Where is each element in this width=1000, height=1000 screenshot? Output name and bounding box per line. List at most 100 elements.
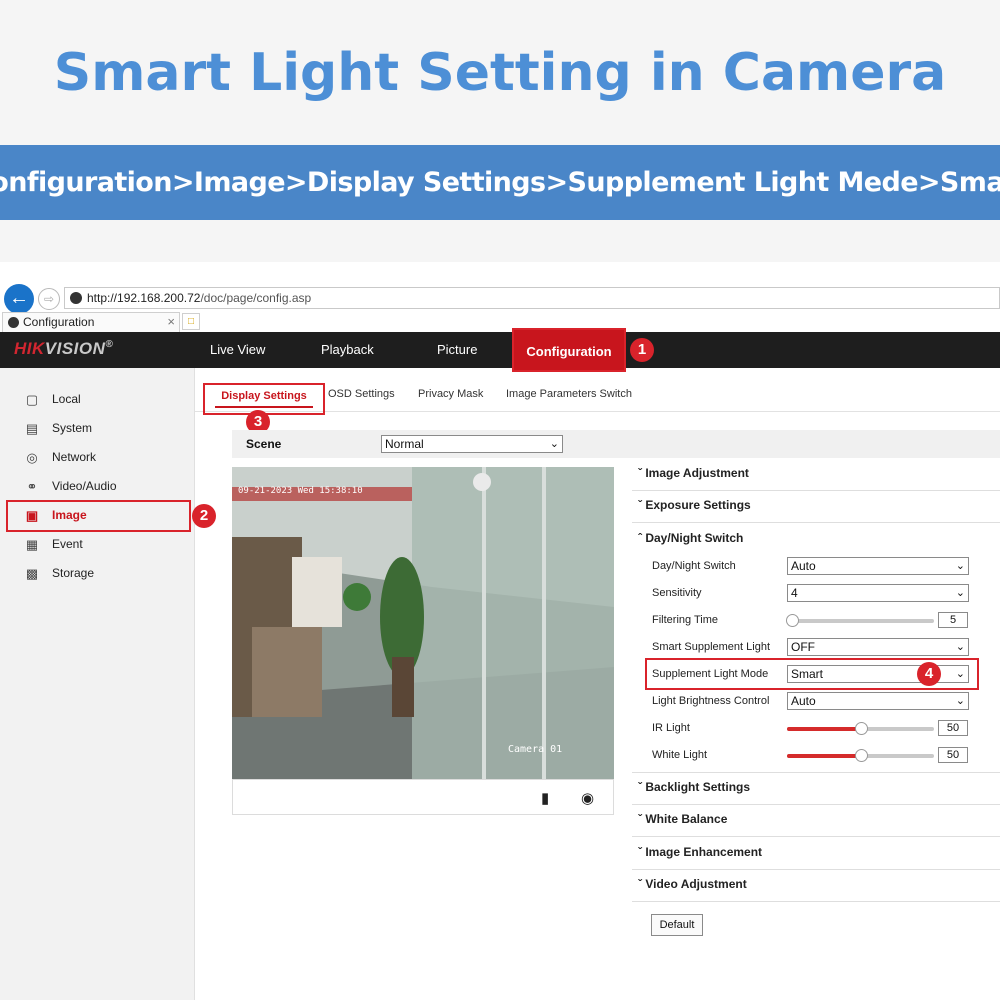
step-badge-4: 4 <box>917 662 941 686</box>
calendar-icon: ▦ <box>25 536 39 552</box>
logo-reg: ® <box>105 339 114 350</box>
section-label: Day/Night Switch <box>645 531 744 545</box>
ir-light-slider[interactable] <box>787 722 934 735</box>
section-label: White Balance <box>645 812 728 826</box>
smart-supplement-light-label: Smart Supplement Light <box>652 641 771 653</box>
breadcrumb-banner: Configuration>Image>Display Settings>Sup… <box>0 145 1000 220</box>
breadcrumb: Configuration>Image>Display Settings>Sup… <box>0 167 1000 198</box>
divider <box>632 772 1000 773</box>
sidebar-item-label: Network <box>52 450 97 464</box>
white-light-label: White Light <box>652 749 708 761</box>
sidebar-item-network[interactable]: ◎ Network <box>24 446 184 468</box>
camera-icon[interactable]: ◉ <box>581 789 594 807</box>
select-value: 4 <box>791 586 798 600</box>
page: Smart Light Setting in Camera Configurat… <box>0 0 1000 1000</box>
nav-playback[interactable]: Playback <box>321 332 374 368</box>
new-tab-icon[interactable]: □ <box>182 313 200 330</box>
section-label: Video Adjustment <box>645 877 747 891</box>
filtering-time-label: Filtering Time <box>652 614 719 626</box>
section-image-adjustment[interactable]: ˇ Image Adjustment <box>638 466 749 480</box>
step-badge-2: 2 <box>192 504 216 528</box>
step-badge-1: 1 <box>630 338 654 362</box>
section-video-adjustment[interactable]: ˇ Video Adjustment <box>638 877 747 891</box>
chevron-down-icon: ⌄ <box>955 695 965 707</box>
tab-privacy-mask[interactable]: Privacy Mask <box>418 388 483 400</box>
tab-display-settings[interactable]: Display Settings <box>203 383 325 415</box>
scene-row: Scene Normal ⌄ <box>232 430 1000 458</box>
section-label: Exposure Settings <box>645 498 751 512</box>
sidebar-item-storage[interactable]: ▩ Storage <box>24 562 184 584</box>
light-brightness-control-select[interactable]: Auto ⌄ <box>787 692 969 710</box>
filtering-time-value[interactable]: 5 <box>938 612 968 628</box>
back-button[interactable]: ← <box>4 284 34 314</box>
section-day-night-switch[interactable]: ˆ Day/Night Switch <box>638 531 743 545</box>
top-nav: HIKVISION® Live View Playback Picture Co… <box>0 328 1000 372</box>
tab-favicon-icon <box>8 317 19 328</box>
divider <box>632 490 1000 491</box>
scene-label: Scene <box>246 437 282 451</box>
sidebar-item-label: Video/Audio <box>52 479 117 493</box>
site-icon <box>70 292 82 304</box>
nav-configuration[interactable]: Configuration <box>512 328 626 372</box>
sidebar-item-event[interactable]: ▦ Event <box>24 533 184 555</box>
browser-tab[interactable]: Configuration × <box>2 312 180 332</box>
video-timestamp: 09-21-2023 Wed 15:38:10 <box>238 486 363 496</box>
slider-fill <box>787 754 861 758</box>
record-icon[interactable]: ▮ <box>541 789 549 807</box>
section-image-enhancement[interactable]: ˇ Image Enhancement <box>638 845 762 859</box>
slider-fill <box>787 727 861 731</box>
tab-image-parameters-switch[interactable]: Image Parameters Switch <box>506 388 632 400</box>
close-icon[interactable]: × <box>167 313 175 331</box>
slider-knob[interactable] <box>854 722 868 735</box>
sensitivity-select[interactable]: 4 ⌄ <box>787 584 969 602</box>
section-exposure-settings[interactable]: ˇ Exposure Settings <box>638 498 751 512</box>
slider-knob[interactable] <box>786 614 799 627</box>
sidebar-item-label: Storage <box>52 566 95 580</box>
nav-picture[interactable]: Picture <box>437 332 477 368</box>
camera-scene-image: 09-21-2023 Wed 15:38:10 Camera 01 <box>232 467 614 779</box>
video-toolbar: ▮ ◉ <box>232 779 614 815</box>
ir-light-value[interactable]: 50 <box>938 720 968 736</box>
white-light-slider[interactable] <box>787 749 934 762</box>
section-label: Image Adjustment <box>645 466 749 480</box>
sidebar-item-system[interactable]: ▤ System <box>24 417 184 439</box>
headline-area: Smart Light Setting in Camera <box>0 0 1000 145</box>
chevron-down-icon: ⌄ <box>549 438 559 450</box>
forward-button[interactable]: ⇨ <box>38 288 60 310</box>
chevron-down-icon: ⌄ <box>955 641 965 653</box>
filtering-time-slider[interactable] <box>786 614 934 627</box>
video-preview[interactable]: 09-21-2023 Wed 15:38:10 Camera 01 <box>232 467 614 779</box>
sidebar-item-video-audio[interactable]: ⚭ Video/Audio <box>24 475 184 497</box>
select-value: Auto <box>791 559 816 573</box>
default-button[interactable]: Default <box>651 914 703 936</box>
logo-main: HIK <box>14 339 45 358</box>
nav-live-view[interactable]: Live View <box>210 332 265 368</box>
section-backlight-settings[interactable]: ˇ Backlight Settings <box>638 780 750 794</box>
select-value: Auto <box>791 694 816 708</box>
address-row: ← ⇨ http://192.168.200.72/doc/page/confi… <box>0 282 1000 314</box>
sidebar-item-local[interactable]: ▢ Local <box>24 388 184 410</box>
address-bar[interactable]: http://192.168.200.72/doc/page/config.as… <box>64 287 1000 309</box>
tab-osd-settings[interactable]: OSD Settings <box>328 388 395 400</box>
chevron-down-icon: ⌄ <box>955 560 965 572</box>
page-title: Smart Light Setting in Camera <box>53 42 947 103</box>
globe-icon: ◎ <box>26 449 38 465</box>
url-path: /doc/page/config.asp <box>200 291 312 305</box>
sensitivity-label: Sensitivity <box>652 587 702 599</box>
sidebar: ▢ Local ▤ System ◎ Network ⚭ Video/Audio ▣ Im… <box>0 368 195 1000</box>
smart-supplement-light-select[interactable]: OFF ⌄ <box>787 638 969 656</box>
video-camera-name: Camera 01 <box>508 744 562 755</box>
section-white-balance[interactable]: ˇ White Balance <box>638 812 727 826</box>
divider <box>632 836 1000 837</box>
divider <box>632 804 1000 805</box>
monitor-icon: ▢ <box>25 391 39 407</box>
day-night-switch-select[interactable]: Auto ⌄ <box>787 557 969 575</box>
screenshot: ← ⇨ http://192.168.200.72/doc/page/confi… <box>0 262 1000 1000</box>
white-light-value[interactable]: 50 <box>938 747 968 763</box>
sidebar-item-label: Event <box>52 537 83 551</box>
scene-select[interactable]: Normal ⌄ <box>381 435 563 453</box>
slider-knob[interactable] <box>854 749 868 762</box>
subtab-bar: Display Settings OSD Settings Privacy Ma… <box>195 368 1000 415</box>
chevron-down-icon: ⌄ <box>955 587 965 599</box>
sidebar-item-label: System <box>52 421 93 435</box>
